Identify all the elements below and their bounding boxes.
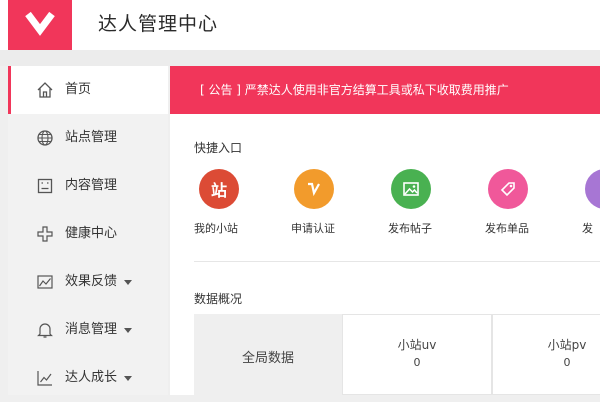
- chevron-down-icon: [124, 376, 132, 381]
- site-icon: 站: [199, 169, 239, 209]
- shortcut-label: 发: [582, 222, 593, 235]
- sidebar-item-label: 首页: [65, 82, 92, 97]
- growth-icon: [37, 371, 52, 386]
- logo-icon: [25, 11, 55, 36]
- overview-cell-global: 全局数据: [194, 314, 342, 395]
- sidebar-item-label: 内容管理: [65, 178, 118, 193]
- cell-title: 全局数据: [241, 351, 294, 366]
- plus-icon: [37, 226, 53, 242]
- header-divider: [0, 50, 600, 66]
- partial-icon: [585, 169, 600, 209]
- sidebar-item-effect[interactable]: 效果反馈: [8, 258, 168, 306]
- sidebar: 首页 站点管理 内容管理 健康中心 效果反馈 消息管理 达人成长: [8, 66, 168, 395]
- bell-icon: [37, 323, 53, 338]
- sidebar-item-health[interactable]: 健康中心: [8, 210, 168, 258]
- app-header: 达人管理中心: [0, 0, 600, 50]
- sidebar-item-site[interactable]: 站点管理: [8, 114, 168, 162]
- document-icon: [37, 178, 53, 194]
- chart-icon: [37, 275, 53, 289]
- cell-title: 小站pv: [547, 338, 587, 352]
- shortcut-label: 发布单品: [485, 222, 529, 235]
- sidebar-item-messages[interactable]: 消息管理: [8, 306, 168, 354]
- globe-icon: [37, 130, 53, 146]
- logo[interactable]: [8, 0, 72, 50]
- overview-title: 数据概况: [194, 292, 243, 306]
- section-divider: [194, 261, 600, 262]
- sidebar-item-home[interactable]: 首页: [8, 66, 168, 114]
- sidebar-item-label: 健康中心: [65, 226, 118, 241]
- overview-cell-uv: 小站uv 0: [342, 314, 492, 395]
- cell-value: 0: [413, 356, 421, 369]
- shortcut-label: 申请认证: [291, 222, 335, 235]
- main-content: [ 公告 ] 严禁达人使用非官方结算工具或私下收取费用推广 快捷入口 站 我的小…: [170, 66, 600, 395]
- sidebar-item-content[interactable]: 内容管理: [8, 162, 168, 210]
- shortcuts-title: 快捷入口: [194, 141, 243, 155]
- overview-cell-pv: 小站pv 0: [492, 314, 600, 395]
- sidebar-item-label: 达人成长: [65, 370, 118, 385]
- picture-icon: [391, 169, 431, 209]
- overview-table: 全局数据 小站uv 0 小站pv 0: [194, 314, 600, 395]
- shortcut-label: 发布帖子: [388, 222, 432, 235]
- cell-value: 0: [563, 356, 571, 369]
- sidebar-item-label: 站点管理: [65, 130, 118, 145]
- chevron-down-icon: [124, 280, 132, 285]
- chevron-down-icon: [124, 328, 132, 333]
- notice-banner[interactable]: [ 公告 ] 严禁达人使用非官方结算工具或私下收取费用推广: [170, 66, 600, 114]
- tag-icon: [488, 169, 528, 209]
- shortcut-label: 我的小站: [194, 222, 238, 235]
- cell-title: 小站uv: [397, 338, 437, 352]
- home-icon: [37, 82, 53, 98]
- v-icon: [294, 169, 334, 209]
- sidebar-item-label: 效果反馈: [65, 274, 118, 289]
- app-title: 达人管理中心: [98, 13, 219, 35]
- sidebar-item-label: 消息管理: [65, 322, 118, 337]
